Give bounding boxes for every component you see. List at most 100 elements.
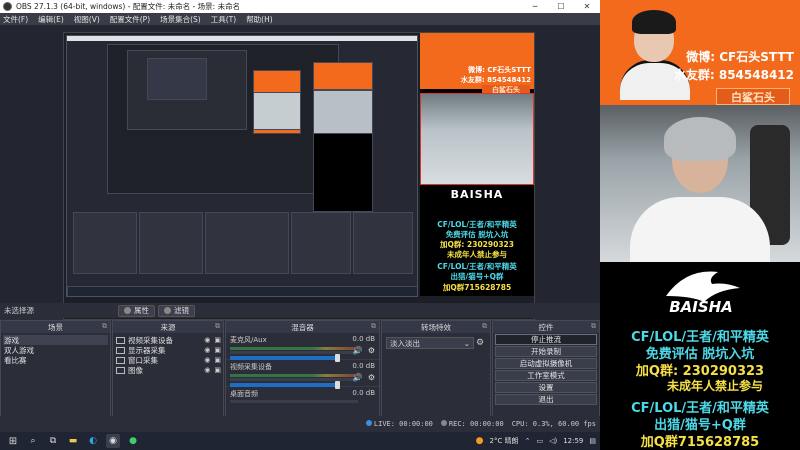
nested-taskbar: [67, 286, 417, 296]
gear-icon[interactable]: ⚙: [368, 346, 375, 355]
volume-meter: [230, 347, 358, 350]
nested-promo-header: [313, 62, 373, 90]
channel-db: 0.0 dB: [352, 362, 375, 370]
nested-controls-dock: [353, 212, 413, 274]
menu-scene-collection[interactable]: 场景集合(S): [160, 14, 201, 25]
gear-icon[interactable]: ⚙: [474, 338, 486, 348]
mixer-channel: 视频采集设备 0.0 dB 🔊 ⚙: [226, 360, 379, 389]
menu-profile[interactable]: 配置文件(P): [110, 14, 150, 25]
search-icon[interactable]: ⌕: [26, 434, 40, 448]
obs-taskbar-icon[interactable]: ◉: [106, 434, 120, 448]
maximize-button[interactable]: ☐: [548, 2, 574, 11]
logo-text: BAISHA: [669, 298, 733, 316]
source-item[interactable]: 视频采集设备 ◉ ▣: [115, 335, 221, 345]
settings-button[interactable]: 设置: [495, 382, 597, 393]
stop-streaming-button[interactable]: 停止推流: [495, 334, 597, 345]
sources-dock-header: 来源 ⧉: [113, 321, 223, 333]
dock-float-icon[interactable]: ⧉: [215, 322, 220, 331]
dock-float-icon[interactable]: ⧉: [482, 322, 487, 331]
overlay-contact: 微博: CF石头STTT 水友群: 854548412: [674, 48, 794, 84]
dock-float-icon[interactable]: ⧉: [371, 322, 376, 331]
speaker-icon[interactable]: 🔊: [353, 346, 363, 355]
sources-title: 来源: [160, 322, 176, 332]
scene-item[interactable]: 看比赛: [3, 355, 108, 365]
scenes-dock-header: 场景 ⧉: [1, 321, 110, 333]
edge-browser-icon[interactable]: ◐: [86, 434, 100, 448]
transitions-title: 转场特效: [421, 322, 451, 332]
nested-transitions-dock: [291, 212, 351, 274]
clock[interactable]: 12:59: [563, 437, 583, 445]
notification-icon[interactable]: ▤: [589, 437, 596, 445]
lock-icon[interactable]: ▣: [214, 366, 221, 374]
sources-list: 视频采集设备 ◉ ▣ 显示器采集 ◉ ▣ 窗口采集 ◉ ▣ 图像 ◉ ▣: [113, 333, 223, 377]
start-recording-button[interactable]: 开始录制: [495, 346, 597, 357]
live-status: LIVE: 00:00:00: [365, 420, 433, 428]
scene-item[interactable]: 双人游戏: [3, 345, 108, 355]
studio-mode-button[interactable]: 工作室模式: [495, 370, 597, 381]
baisha-logo: BAISHA: [666, 271, 740, 316]
source-item[interactable]: 显示器采集 ◉ ▣: [115, 345, 221, 355]
menu-view[interactable]: 视图(V): [74, 14, 100, 25]
lock-icon[interactable]: ▣: [214, 356, 221, 364]
task-view-icon[interactable]: ⧉: [46, 434, 60, 448]
channel-db: 0.0 dB: [352, 335, 375, 343]
chevron-down-icon: ⌄: [463, 338, 470, 348]
speaker-icon[interactable]: 🔊: [353, 373, 363, 382]
preview-canvas[interactable]: 微博: CF石头STTT 水友群: 854548412 白鲨石头 BAISHA …: [63, 32, 535, 320]
filters-button[interactable]: 滤镜: [158, 304, 195, 317]
file-explorer-icon[interactable]: ▬: [66, 434, 80, 448]
eye-icon[interactable]: ◉: [204, 356, 210, 364]
start-virtual-camera-button[interactable]: 启动虚拟摄像机: [495, 358, 597, 369]
gear-icon[interactable]: ⚙: [368, 373, 375, 382]
properties-button[interactable]: 属性: [118, 304, 155, 317]
windows-start-icon[interactable]: ⊞: [6, 434, 20, 448]
source-item[interactable]: 图像 ◉ ▣: [115, 365, 221, 375]
title-bar: OBS 27.1.3 (64-bit, windows) - 配置文件: 未命名…: [0, 0, 600, 13]
volume-meter: [230, 374, 358, 377]
network-icon[interactable]: ▭: [536, 437, 543, 445]
volume-icon[interactable]: ◁): [549, 437, 557, 445]
menu-file[interactable]: 文件(F): [3, 14, 28, 25]
menu-help[interactable]: 帮助(H): [246, 14, 273, 25]
properties-label: 属性: [134, 306, 149, 315]
system-tray: ● 2°C 晴朗 ⌃ ▭ ◁) 12:59 ▤: [476, 436, 600, 446]
eye-icon[interactable]: ◉: [204, 366, 210, 374]
lock-icon[interactable]: ▣: [214, 346, 221, 354]
weather-icon: ●: [475, 436, 484, 446]
eye-icon[interactable]: ◉: [204, 346, 210, 354]
mixer-channel: 桌面音频 0.0 dB: [226, 387, 379, 414]
chevron-up-icon[interactable]: ⌃: [525, 437, 531, 445]
menu-edit[interactable]: 编辑(E): [38, 14, 64, 25]
nested-sources-dock: [139, 212, 203, 274]
eye-icon[interactable]: ◉: [204, 336, 210, 344]
weather-text[interactable]: 2°C 晴朗: [489, 436, 518, 446]
selected-source-outline[interactable]: [420, 93, 534, 185]
preview-area[interactable]: 微博: CF石头STTT 水友群: 854548412 白鲨石头 BAISHA …: [0, 25, 600, 320]
menu-tools[interactable]: 工具(T): [211, 14, 236, 25]
menu-bar: 文件(F) 编辑(E) 视图(V) 配置文件(P) 场景集合(S) 工具(T) …: [0, 13, 600, 25]
streamer-hair: [664, 117, 736, 161]
monitor-icon: [116, 346, 125, 354]
camera-icon: [116, 336, 125, 344]
minimize-button[interactable]: ─: [522, 2, 548, 11]
source-toolbar: 未选择源 属性 滤镜: [0, 303, 600, 318]
windows-taskbar: ⊞ ⌕ ⧉ ▬ ◐ ◉ ● ● 2°C 晴朗 ⌃ ▭ ◁) 12:59 ▤: [0, 432, 600, 450]
dock-float-icon[interactable]: ⧉: [102, 322, 107, 331]
app-icon[interactable]: ●: [126, 434, 140, 448]
dock-float-icon[interactable]: ⧉: [591, 322, 596, 331]
transition-dropdown[interactable]: 淡入淡出 ⌄: [386, 337, 474, 349]
no-source-label: 未选择源: [4, 306, 34, 315]
lock-icon[interactable]: ▣: [214, 336, 221, 344]
image-icon: [116, 366, 125, 374]
controls-title: 控件: [538, 322, 554, 332]
exit-button[interactable]: 退出: [495, 394, 597, 405]
overlay-fans-group: 水友群: 854548412: [673, 68, 794, 82]
overlay-line7: 加Q群715628785: [640, 435, 760, 450]
close-button[interactable]: ✕: [574, 2, 600, 11]
scene-item[interactable]: 游戏: [3, 335, 108, 345]
source-label: 图像: [128, 365, 143, 375]
filter-icon: [164, 307, 171, 314]
source-item[interactable]: 窗口采集 ◉ ▣: [115, 355, 221, 365]
nested-title-bar: [67, 36, 417, 41]
rec-status: REC: 00:00:00: [440, 420, 504, 428]
